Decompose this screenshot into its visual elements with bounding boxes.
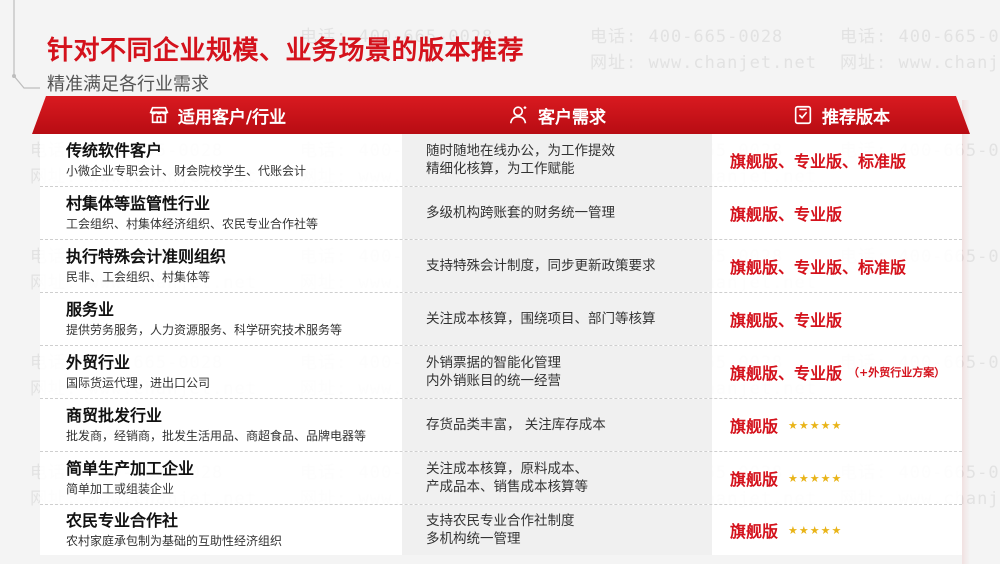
industry-desc: 民非、工会组织、村集体等 <box>66 270 211 284</box>
table-row: 服务业 提供劳务服务，人力资源服务、科学研究技术服务等 关注成本核算，围绕项目、… <box>40 293 962 346</box>
version-cell: 旗舰版、专业版 （+外贸行业方案） <box>712 346 962 398</box>
needs-line: 支持特殊会计制度，同步更新政策要求 <box>426 258 656 274</box>
industry-desc: 国际货运代理，进出口公司 <box>66 376 211 390</box>
industry-cell: 执行特殊会计准则组织 民非、工会组织、村集体等 <box>40 240 402 292</box>
table-row: 商贸批发行业 批发商，经销商，批发生活用品、商超食品、品牌电器等 存货品类丰富，… <box>40 399 962 452</box>
needs-line: 外销票据的智能化管理 <box>426 355 561 371</box>
industry-desc: 小微企业专职会计、财会院校学生、代账会计 <box>66 164 307 178</box>
recommended-version: 旗舰版 <box>730 522 779 541</box>
needs-text: 关注成本核算，原料成本、 产成品本、销售成本核算等 <box>426 460 588 496</box>
needs-cell: 外销票据的智能化管理 内外销账目的统一经营 <box>402 346 712 398</box>
header-col3-label: 推荐版本 <box>822 107 890 128</box>
needs-line: 支持农民专业合作社制度 <box>426 513 575 529</box>
recommended-version: 旗舰版、专业版、标准版 <box>730 152 907 171</box>
needs-line: 产成品本、销售成本核算等 <box>426 479 588 495</box>
needs-text: 多级机构跨账套的财务统一管理 <box>426 204 615 222</box>
header-col2-label: 客户需求 <box>538 107 606 128</box>
needs-cell: 关注成本核算，原料成本、 产成品本、销售成本核算等 <box>402 452 712 504</box>
industry-cell: 商贸批发行业 批发商，经销商，批发生活用品、商超食品、品牌电器等 <box>40 399 402 451</box>
industry-name: 外贸行业 <box>66 353 131 372</box>
needs-text: 关注成本核算，围绕项目、部门等核算 <box>426 310 656 328</box>
industry-desc: 简单加工或组装企业 <box>66 482 175 496</box>
industry-name: 村集体等监管性行业 <box>66 194 211 213</box>
industry-name: 简单生产加工企业 <box>66 459 195 478</box>
needs-text: 支持农民专业合作社制度 多机构统一管理 <box>426 512 575 548</box>
page-title: 针对不同企业规模、业务场景的版本推荐 <box>47 36 525 66</box>
table-row: 外贸行业 国际货运代理，进出口公司 外销票据的智能化管理 内外销账目的统一经营 … <box>40 346 962 399</box>
industry-name: 传统软件客户 <box>66 141 163 160</box>
needs-line: 随时随地在线办公，为工作提效 <box>426 143 615 159</box>
checklist-icon <box>792 104 814 126</box>
industry-cell: 传统软件客户 小微企业专职会计、财会院校学生、代账会计 <box>40 134 402 186</box>
table-row: 执行特殊会计准则组织 民非、工会组织、村集体等 支持特殊会计制度，同步更新政策要… <box>40 240 962 293</box>
recommendation-table: 传统软件客户 小微企业专职会计、财会院校学生、代账会计 随时随地在线办公，为工作… <box>40 134 962 555</box>
star-rating: ★★★★★ <box>788 471 843 485</box>
industry-cell: 简单生产加工企业 简单加工或组装企业 <box>40 452 402 504</box>
industry-desc: 农村家庭承包制为基础的互助性经济组织 <box>66 534 283 548</box>
recommended-version: 旗舰版、专业版 <box>730 311 843 330</box>
needs-line: 多级机构跨账套的财务统一管理 <box>426 205 615 221</box>
needs-text: 存货品类丰富， 关注库存成本 <box>426 416 606 434</box>
needs-text: 随时随地在线办公，为工作提效 精细化核算，为工作赋能 <box>426 142 615 178</box>
industry-name: 商贸批发行业 <box>66 406 163 425</box>
version-cell: 旗舰版、专业版、标准版 <box>712 240 962 292</box>
watermark-site: 网址: www.chanjet.net <box>840 53 1000 73</box>
decorative-line <box>12 0 40 89</box>
recommended-version: 旗舰版 <box>730 470 779 489</box>
industry-cell: 服务业 提供劳务服务，人力资源服务、科学研究技术服务等 <box>40 293 402 345</box>
recommended-version: 旗舰版、专业版 <box>730 205 843 224</box>
header-col-needs: 客户需求 <box>402 96 712 134</box>
needs-text: 支持特殊会计制度，同步更新政策要求 <box>426 257 656 275</box>
recommended-version: 旗舰版、专业版 <box>730 364 843 383</box>
watermark-site: 网址: www.chanjet.net <box>590 53 817 73</box>
watermark-phone: 电话: 400-665-0028 <box>840 27 1000 47</box>
needs-line: 关注成本核算，围绕项目、部门等核算 <box>426 311 656 327</box>
version-cell: 旗舰版 ★★★★★ <box>712 505 962 555</box>
version-cell: 旗舰版、专业版、标准版 <box>712 134 962 186</box>
header-col1-label: 适用客户/行业 <box>177 107 287 128</box>
version-cell: 旗舰版、专业版 <box>712 187 962 239</box>
industry-cell: 外贸行业 国际货运代理，进出口公司 <box>40 346 402 398</box>
star-rating: ★★★★★ <box>788 418 843 432</box>
table-row: 农民专业合作社 农村家庭承包制为基础的互助性经济组织 支持农民专业合作社制度 多… <box>40 505 962 555</box>
recommended-version: 旗舰版 <box>730 417 779 436</box>
table-row: 简单生产加工企业 简单加工或组装企业 关注成本核算，原料成本、 产成品本、销售成… <box>40 452 962 505</box>
table-header: 适用客户/行业 客户需求 推荐版本 <box>32 96 970 134</box>
header-col-industry: 适用客户/行业 <box>32 96 402 134</box>
needs-line: 精细化核算，为工作赋能 <box>426 161 575 177</box>
industry-desc: 工会组织、村集体经济组织、农民专业合作社等 <box>66 217 319 231</box>
needs-cell: 支持特殊会计制度，同步更新政策要求 <box>402 240 712 292</box>
watermark-phone: 电话: 400-665-0028 <box>590 27 784 47</box>
table-row: 传统软件客户 小微企业专职会计、财会院校学生、代账会计 随时随地在线办公，为工作… <box>40 134 962 187</box>
needs-line: 内外销账目的统一经营 <box>426 373 561 389</box>
industry-desc: 提供劳务服务，人力资源服务、科学研究技术服务等 <box>66 323 343 337</box>
industry-name: 农民专业合作社 <box>66 511 179 530</box>
needs-line: 存货品类丰富， 关注库存成本 <box>426 417 606 433</box>
version-cell: 旗舰版 ★★★★★ <box>712 452 962 504</box>
needs-text: 外销票据的智能化管理 内外销账目的统一经营 <box>426 354 561 390</box>
recommended-version: 旗舰版、专业版、标准版 <box>730 258 907 277</box>
version-cell: 旗舰版 ★★★★★ <box>712 399 962 451</box>
store-icon <box>148 104 170 126</box>
needs-cell: 支持农民专业合作社制度 多机构统一管理 <box>402 505 712 555</box>
industry-cell: 农民专业合作社 农村家庭承包制为基础的互助性经济组织 <box>40 505 402 555</box>
page-subtitle: 精准满足各行业需求 <box>47 74 209 95</box>
industry-cell: 村集体等监管性行业 工会组织、村集体经济组织、农民专业合作社等 <box>40 187 402 239</box>
version-note: （+外贸行业方案） <box>848 366 946 379</box>
needs-cell: 关注成本核算，围绕项目、部门等核算 <box>402 293 712 345</box>
star-rating: ★★★★★ <box>788 523 843 537</box>
needs-cell: 多级机构跨账套的财务统一管理 <box>402 187 712 239</box>
needs-line: 关注成本核算，原料成本、 <box>426 461 588 477</box>
user-icon <box>508 104 530 126</box>
version-cell: 旗舰版、专业版 <box>712 293 962 345</box>
needs-line: 多机构统一管理 <box>426 531 521 547</box>
industry-name: 服务业 <box>66 300 115 319</box>
industry-name: 执行特殊会计准则组织 <box>66 247 227 266</box>
industry-desc: 批发商，经销商，批发生活用品、商超食品、品牌电器等 <box>66 429 367 443</box>
needs-cell: 随时随地在线办公，为工作提效 精细化核算，为工作赋能 <box>402 134 712 186</box>
header-col-version: 推荐版本 <box>712 96 970 134</box>
needs-cell: 存货品类丰富， 关注库存成本 <box>402 399 712 451</box>
side-shadow <box>962 100 970 564</box>
table-row: 村集体等监管性行业 工会组织、村集体经济组织、农民专业合作社等 多级机构跨账套的… <box>40 187 962 240</box>
